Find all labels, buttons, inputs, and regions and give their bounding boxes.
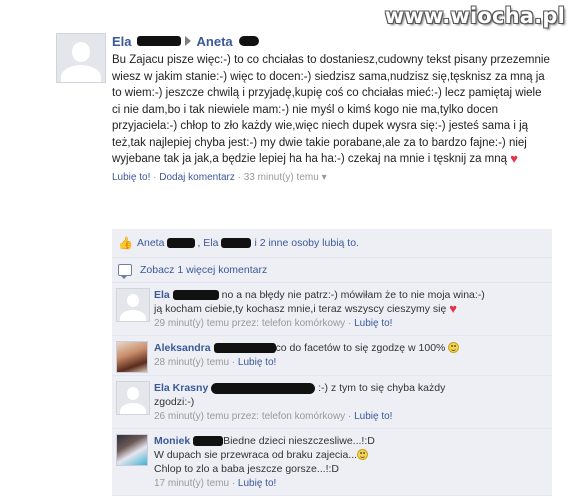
avatar-head-shape (127, 387, 139, 400)
author-avatar[interactable] (56, 33, 106, 83)
likes-others[interactable]: i 2 inne osoby lubią to. (254, 237, 359, 249)
comment-like-link[interactable]: Lubię to! (238, 357, 276, 368)
arrow-right-icon (184, 36, 191, 46)
censor-bar (172, 290, 219, 301)
commenter-name[interactable]: Moniek (154, 435, 190, 447)
post-text: Bu Zajacu pisze więc:-) to co chciałas t… (112, 52, 550, 168)
comment-text: :-) z tym to się chyba każdy (318, 382, 446, 394)
comment-text: no a na błędy nie patrz:-) mówiłam że to… (221, 289, 485, 301)
comment-time: 28 minut(y) temu (154, 357, 230, 368)
censor-bar (193, 436, 224, 447)
recipient-name[interactable]: Aneta (197, 34, 233, 49)
heart-icon: ♥ (510, 151, 518, 166)
avatar-head-shape (72, 42, 90, 62)
comment-like-link[interactable]: Lubię to! (354, 411, 392, 422)
comment-item: Moniek Biedne dzieci nieszczesliwe...!:D… (112, 429, 552, 496)
commenter-avatar[interactable] (116, 434, 148, 466)
commenter-avatar[interactable] (116, 381, 150, 415)
comment-time: 29 minut(y) temu przez: telefon komórkow… (154, 318, 346, 329)
heart-icon: ♥ (449, 301, 457, 316)
comment-like-link[interactable]: Lubię to! (238, 478, 276, 489)
comment-item: Ela Krasny :-) z tym to się chyba każdy … (112, 376, 552, 429)
post-meta: Lubię to! · Dodaj komentarz · 33 minut(y… (112, 172, 552, 183)
commenter-avatar[interactable] (116, 288, 150, 322)
watermark: www.wiocha.pl (384, 4, 565, 28)
commenter-name[interactable]: Ela Krasny (154, 382, 208, 394)
censor-bar (213, 343, 276, 354)
separator: · (234, 171, 244, 183)
commenter-name[interactable]: Aleksandra (154, 342, 211, 354)
comment-text: Biedne dzieci nieszczesliwe...!:D (223, 435, 375, 447)
comments-section: 👍 Aneta , Ela i 2 inne osoby lubią to. Z… (112, 229, 552, 496)
avatar-shoulders-shape (120, 310, 146, 321)
comment-text: Chlop to zlo a baba jeszcze gorsze...!:D (154, 463, 340, 475)
like-link[interactable]: Lubię to! (112, 172, 150, 183)
chevron-down-icon[interactable]: ▾ (322, 172, 327, 183)
comment-text: zgodzi:-) (154, 396, 195, 408)
author-name[interactable]: Ela (112, 34, 132, 49)
liker-name[interactable]: , Ela (197, 237, 218, 249)
liker-name[interactable]: Aneta (137, 237, 164, 249)
add-comment-link[interactable]: Dodaj komentarz (159, 172, 235, 183)
censor-bar (238, 36, 259, 46)
likes-row: 👍 Aneta , Ela i 2 inne osoby lubią to. (112, 229, 552, 258)
smile-icon (357, 449, 369, 460)
commenter-avatar[interactable] (116, 341, 148, 373)
more-comments-link[interactable]: Zobacz 1 więcej komentarz (140, 264, 267, 276)
comment-bubble-icon (118, 264, 132, 279)
post-text-content: Bu Zajacu pisze więc:-) to co chciałas t… (112, 54, 550, 165)
comment-time: 17 minut(y) temu (154, 478, 230, 489)
censor-bar (221, 238, 252, 248)
smile-icon (448, 342, 460, 353)
comment-time: 26 minut(y) temu przez: telefon komórkow… (154, 411, 346, 422)
avatar-shoulders-shape (61, 65, 101, 82)
avatar-head-shape (127, 294, 139, 307)
post-header: Ela Aneta (112, 32, 552, 50)
censor-bar (136, 36, 181, 46)
censor-bar (211, 382, 316, 394)
comment-text: co do facetów to się zgodzę w 100% (275, 342, 446, 354)
comment-item: Aleksandra co do facetów to się zgodzę w… (112, 336, 552, 376)
comment-item: Ela no a na błędy nie patrz:-) mówiłam ż… (112, 283, 552, 336)
comment-text: ją kocham ciebie,ty kochasz mnie,i teraz… (154, 303, 447, 315)
thumbs-up-icon: 👍 (118, 235, 133, 250)
comment-like-link[interactable]: Lubię to! (354, 318, 392, 329)
comment-text: W dupach sie przewraca od braku zajecia.… (154, 449, 358, 461)
commenter-name[interactable]: Ela (154, 289, 170, 301)
more-comments-row[interactable]: Zobacz 1 więcej komentarz (112, 258, 552, 283)
post-time: 33 minut(y) temu (243, 171, 319, 183)
avatar-shoulders-shape (120, 403, 146, 414)
censor-bar (167, 238, 196, 248)
separator: · (150, 171, 160, 183)
